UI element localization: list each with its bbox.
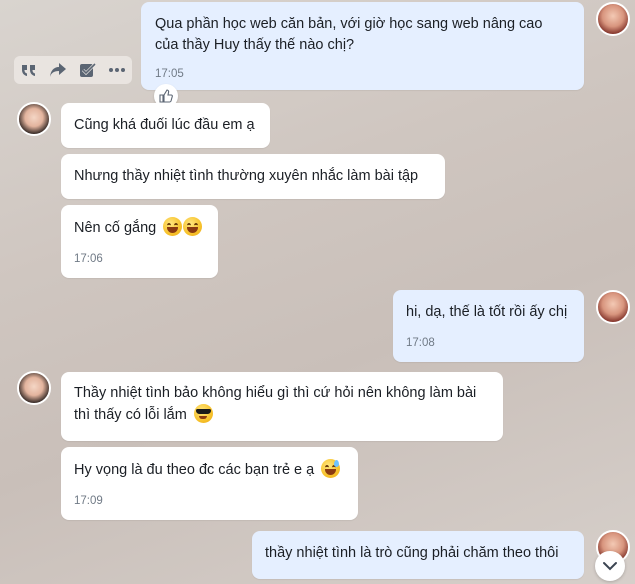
grinning-emoji: [183, 217, 203, 236]
message-time: 17:06: [74, 253, 103, 265]
message-outgoing[interactable]: Qua phần học web căn bản, với giờ học sa…: [141, 2, 584, 90]
message-time: 17:09: [74, 495, 103, 507]
message-text: Hy vọng là đu theo đc các bạn trẻ e ạ: [74, 462, 315, 478]
message-incoming[interactable]: Hy vọng là đu theo đc các bạn trẻ e ạ 17…: [61, 447, 358, 520]
message-text: Qua phần học web căn bản, với giờ học sa…: [155, 16, 543, 53]
quote-icon[interactable]: [18, 59, 40, 81]
message-text: Nên cố gắng: [74, 220, 157, 236]
message-incoming[interactable]: Thầy nhiệt tình bảo không hiểu gì thì cứ…: [61, 372, 503, 441]
sunglasses-emoji: [193, 404, 213, 423]
avatar-self[interactable]: [596, 2, 630, 36]
message-text-row: Nên cố gắng: [74, 217, 205, 239]
message-text: hi, dạ, thế là tốt rồi ấy chị: [406, 304, 568, 320]
message-text: Nhưng thầy nhiệt tình thường xuyên nhắc …: [74, 168, 419, 184]
message-outgoing[interactable]: hi, dạ, thế là tốt rồi ấy chị 17:08: [393, 290, 584, 362]
message-action-toolbar: [14, 56, 132, 84]
grinning-emoji: [163, 217, 183, 236]
message-text-content: Thầy nhiệt tình bảo không hiểu gì thì cứ…: [74, 385, 477, 423]
sweat-smile-emoji: [321, 459, 341, 478]
message-outgoing[interactable]: thầy nhiệt tình là trò cũng phải chăm th…: [252, 531, 584, 579]
avatar-contact[interactable]: [17, 102, 51, 136]
more-icon[interactable]: [106, 59, 128, 81]
task-icon[interactable]: [77, 59, 99, 81]
avatar-contact[interactable]: [17, 371, 51, 405]
message-incoming[interactable]: Nên cố gắng 17:06: [61, 205, 218, 278]
message-text: Thầy nhiệt tình bảo không hiểu gì thì cứ…: [74, 383, 494, 426]
message-incoming[interactable]: Nhưng thầy nhiệt tình thường xuyên nhắc …: [61, 154, 445, 199]
message-text: thầy nhiệt tình là trò cũng phải chăm th…: [265, 545, 559, 561]
chevron-down-icon: [603, 562, 617, 571]
scroll-to-bottom-button[interactable]: [595, 551, 625, 581]
avatar-self[interactable]: [596, 290, 630, 324]
message-incoming[interactable]: Cũng khá đuối lúc đầu em ạ: [61, 103, 270, 148]
message-time: 17:08: [406, 337, 435, 349]
message-text-row: Hy vọng là đu theo đc các bạn trẻ e ạ: [74, 459, 345, 481]
message-time: 17:05: [155, 68, 184, 80]
share-icon[interactable]: [47, 59, 69, 81]
message-text: Cũng khá đuối lúc đầu em ạ: [74, 117, 255, 133]
